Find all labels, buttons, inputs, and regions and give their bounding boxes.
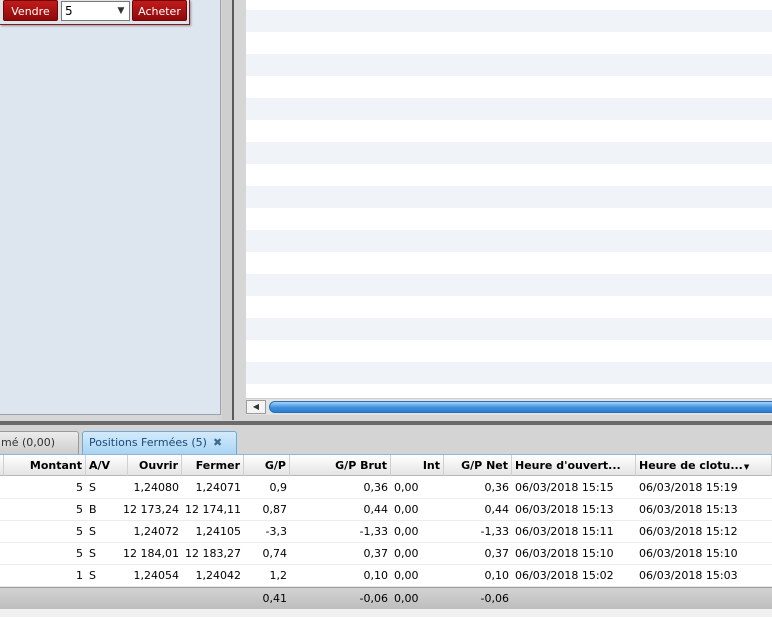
cell-pl-net: 0,44: [484, 503, 510, 516]
cell-interest: 0,00: [394, 569, 419, 582]
cell-amount: 5: [76, 503, 83, 516]
cell-pl-net: -1,33: [480, 525, 509, 538]
content-area: [246, 0, 772, 398]
cell-close: 1,24042: [195, 569, 242, 582]
cell-close: 12 174,11: [185, 503, 241, 516]
cell-pl-net: 0,37: [484, 547, 510, 560]
stripe: [246, 318, 772, 340]
column-header-amount[interactable]: Montant: [4, 455, 86, 476]
column-header-side[interactable]: A/V: [86, 455, 128, 476]
totals-row: 0,41 -0,06 0,00 -0,06: [0, 587, 772, 609]
tab-bar: mé (0,00) Positions Fermées (5) ✖: [0, 425, 772, 455]
total-interest: 0,00: [394, 592, 419, 605]
cell-pl: -3,3: [265, 525, 287, 538]
stripe: [246, 186, 772, 208]
column-header-open[interactable]: Ouvrir: [128, 455, 182, 476]
cell-amount: 5: [76, 525, 83, 538]
cell-pl: 0,74: [262, 547, 288, 560]
cell-close-time: 06/03/2018 15:03: [639, 569, 738, 582]
cell-open: 1,24072: [133, 525, 180, 538]
total-pl-gross: -0,06: [359, 592, 388, 605]
quantity-value: 5: [65, 4, 73, 18]
sort-down-icon[interactable]: ▼: [744, 463, 749, 471]
cell-pl-gross: -1,33: [359, 525, 388, 538]
total-pl-net: -0,06: [480, 592, 509, 605]
cell-close-time: 06/03/2018 15:12: [639, 525, 738, 538]
column-header-open-time[interactable]: Heure d'ouvert...: [512, 455, 636, 476]
cell-amount: 5: [76, 481, 83, 494]
scrollbar-thumb[interactable]: [269, 401, 772, 413]
quantity-select[interactable]: 5 ▼: [61, 1, 130, 21]
chevron-down-icon[interactable]: ▼: [115, 2, 127, 20]
table-row[interactable]: 5 S 1,24072 1,24105 -3,3 -1,33 0,00 -1,3…: [0, 521, 772, 543]
tab-open-positions[interactable]: mé (0,00): [0, 431, 79, 454]
cell-open-time: 06/03/2018 15:10: [515, 547, 614, 560]
buy-button[interactable]: Acheter: [132, 0, 187, 21]
column-header-pl-net[interactable]: G/P Net: [444, 455, 512, 476]
cell-pl-gross: 0,37: [363, 547, 389, 560]
cell-open: 12 173,24: [123, 503, 179, 516]
close-icon[interactable]: ✖: [213, 432, 222, 454]
order-panel: Vendre 5 ▼ Acheter: [0, 0, 221, 415]
stripe: [246, 98, 772, 120]
cell-pl: 0,87: [262, 503, 288, 516]
cell-interest: 0,00: [394, 503, 419, 516]
cell-close: 12 183,27: [185, 547, 241, 560]
cell-open-time: 06/03/2018 15:15: [515, 481, 614, 494]
scroll-left-icon[interactable]: ◀: [246, 400, 266, 414]
cell-open: 1,24080: [133, 481, 180, 494]
cell-amount: 1: [76, 569, 83, 582]
column-header-close-time-label: Heure de clotu...: [639, 459, 743, 472]
cell-open: 12 184,01: [123, 547, 179, 560]
stripe: [246, 10, 772, 32]
cell-open: 1,24054: [133, 569, 180, 582]
cell-close-time: 06/03/2018 15:10: [639, 547, 738, 560]
cell-close: 1,24105: [195, 525, 242, 538]
tab-closed-positions[interactable]: Positions Fermées (5) ✖: [82, 431, 237, 454]
cell-pl-gross: 0,10: [363, 569, 389, 582]
total-pl: 0,41: [262, 592, 288, 605]
column-header-pl-gross[interactable]: G/P Brut: [290, 455, 391, 476]
cell-open-time: 06/03/2018 15:13: [515, 503, 614, 516]
cell-pl-net: 0,10: [484, 569, 510, 582]
column-header-close[interactable]: Fermer: [182, 455, 244, 476]
cell-pl-gross: 0,44: [363, 503, 389, 516]
table-row[interactable]: 1 S 1,24054 1,24042 1,2 0,10 0,00 0,10 0…: [0, 565, 772, 587]
grid-header: Montant A/V Ouvrir Fermer G/P G/P Brut I…: [0, 455, 772, 476]
stripe: [246, 230, 772, 252]
column-header-interest[interactable]: Int: [391, 455, 444, 476]
cell-pl: 1,2: [269, 569, 288, 582]
cell-interest: 0,00: [394, 481, 419, 494]
column-header-close-time[interactable]: Heure de clotu...▼: [636, 455, 772, 476]
table-row[interactable]: 5 S 12 184,01 12 183,27 0,74 0,37 0,00 0…: [0, 543, 772, 565]
closed-positions-grid: Montant A/V Ouvrir Fermer G/P G/P Brut I…: [0, 455, 772, 617]
cell-open-time: 06/03/2018 15:11: [515, 525, 614, 538]
table-row[interactable]: 5 B 12 173,24 12 174,11 0,87 0,44 0,00 0…: [0, 499, 772, 521]
sell-button[interactable]: Vendre: [3, 0, 58, 21]
stripe: [246, 274, 772, 296]
cell-close: 1,24071: [195, 481, 242, 494]
cell-pl-net: 0,36: [484, 481, 510, 494]
cell-interest: 0,00: [394, 547, 419, 560]
cell-pl-gross: 0,36: [363, 481, 389, 494]
cell-pl: 0,9: [269, 481, 288, 494]
cell-amount: 5: [76, 547, 83, 560]
stripe: [246, 54, 772, 76]
table-row[interactable]: 5 S 1,24080 1,24071 0,9 0,36 0,00 0,36 0…: [0, 477, 772, 499]
tab-label: Positions Fermées (5): [89, 436, 207, 449]
cell-close-time: 06/03/2018 15:13: [639, 503, 738, 516]
cell-interest: 0,00: [394, 525, 419, 538]
stripe: [246, 142, 772, 164]
vertical-splitter[interactable]: [222, 0, 234, 420]
cell-close-time: 06/03/2018 15:19: [639, 481, 738, 494]
cell-open-time: 06/03/2018 15:02: [515, 569, 614, 582]
horizontal-scrollbar[interactable]: ◀: [246, 398, 772, 415]
tab-label: mé (0,00): [1, 436, 56, 449]
column-header-pl[interactable]: G/P: [244, 455, 290, 476]
stripe: [246, 362, 772, 384]
order-bar: Vendre 5 ▼ Acheter: [0, 0, 190, 25]
grid-footer: [0, 609, 772, 617]
